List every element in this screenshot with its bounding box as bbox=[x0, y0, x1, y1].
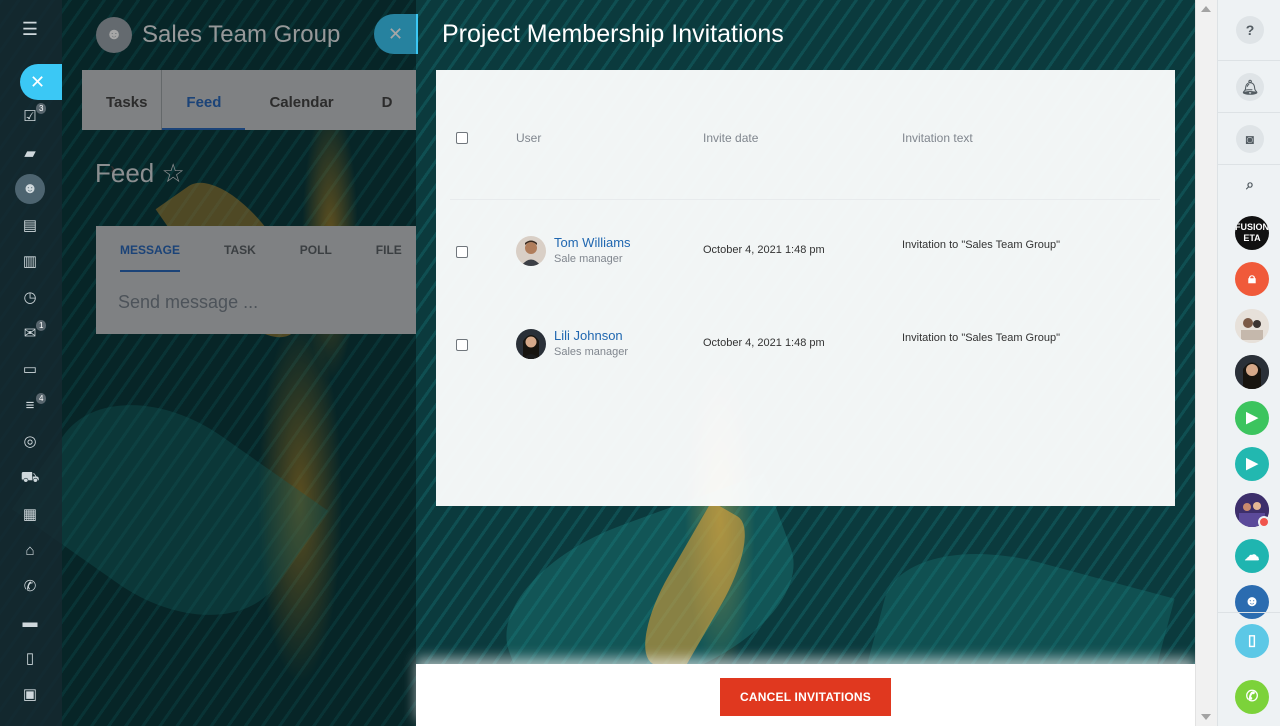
storage-icon[interactable]: ▬ bbox=[20, 614, 40, 632]
group-badge-icon bbox=[1258, 516, 1270, 528]
notifications-bell-icon[interactable]: 🔔︎ bbox=[1236, 73, 1264, 101]
chat-avatar-fusion[interactable]: FUSION ETA bbox=[1235, 216, 1269, 250]
select-all-checkbox[interactable] bbox=[456, 132, 468, 144]
phone-call-icon[interactable]: ✆ bbox=[1235, 680, 1269, 714]
table-header bbox=[450, 70, 1160, 200]
user-avatar[interactable] bbox=[516, 329, 546, 359]
contact-card-icon[interactable]: ▤ bbox=[20, 217, 40, 235]
user-position: Sales manager bbox=[554, 346, 628, 358]
column-invitation-text: Invitation text bbox=[902, 131, 973, 145]
column-invite-date: Invite date bbox=[703, 131, 759, 145]
underlying-group-page: ☻ Sales Team Group ✕ Tasks › Feed Calend… bbox=[62, 0, 418, 726]
invite-date: October 4, 2021 1:48 pm bbox=[703, 337, 825, 349]
cloud-drive-icon[interactable]: ☁︎ bbox=[1235, 539, 1269, 573]
chat-icon[interactable]: ▰ bbox=[20, 145, 40, 163]
table-row: Tom Williams Sale manager October 4, 202… bbox=[436, 235, 1175, 296]
schedule-icon[interactable]: ▣ bbox=[20, 686, 40, 704]
inventory-icon[interactable]: ⌂ bbox=[20, 542, 40, 560]
clock-icon[interactable]: ◷ bbox=[20, 289, 40, 307]
user-position: Sale manager bbox=[554, 253, 623, 265]
calendar-icon[interactable]: ▭ bbox=[20, 361, 40, 379]
video-chat-icon[interactable]: ▶︎ bbox=[1235, 447, 1269, 481]
overlay-shade bbox=[62, 0, 416, 726]
help-icon[interactable]: ? bbox=[1236, 16, 1264, 44]
right-sidebar: ? 🔔︎ ◙ ⌕ FUSION ETA 🔒︎ ▶︎ ▶︎ ☁︎ ☻ ▯ ✆ bbox=[1217, 0, 1280, 726]
chat-bubble-icon[interactable]: ◙ bbox=[1236, 125, 1264, 153]
video-call-icon[interactable]: ▶︎ bbox=[1235, 401, 1269, 435]
groups-icon[interactable]: ☻ bbox=[20, 180, 40, 198]
invite-date: October 4, 2021 1:48 pm bbox=[703, 244, 825, 256]
row-checkbox[interactable] bbox=[456, 339, 468, 351]
close-slider-tab[interactable]: ✕ bbox=[20, 64, 62, 100]
panel-title: Project Membership Invitations bbox=[442, 20, 784, 48]
chat-avatar-lili[interactable] bbox=[1235, 355, 1269, 389]
left-icon-rail: ☰ ✕ ☑ 3 ▰ ☻ ▤ ▥ ◷ ✉ 1 ▭ ≡ 4 ◎ ⛟ ▦ ⌂ ✆ ▬ … bbox=[0, 0, 62, 726]
crm-badge: 4 bbox=[36, 393, 47, 404]
mail-badge: 1 bbox=[36, 320, 47, 331]
user-name-link[interactable]: Lili Johnson bbox=[554, 328, 623, 343]
table-row: Lili Johnson Sales manager October 4, 20… bbox=[436, 328, 1175, 389]
vertical-scrollbar[interactable] bbox=[1195, 0, 1217, 726]
workgroup-icon[interactable]: ☻ bbox=[1235, 585, 1269, 619]
phone-icon[interactable]: ✆ bbox=[20, 578, 40, 596]
lock-chat-icon[interactable]: 🔒︎ bbox=[1235, 262, 1269, 296]
chat-avatar-group[interactable] bbox=[1235, 309, 1269, 343]
apps-icon[interactable]: ▦ bbox=[20, 506, 40, 524]
mobile-app-icon[interactable]: ▯ bbox=[1235, 624, 1269, 658]
scroll-up-arrow-icon[interactable] bbox=[1201, 6, 1211, 12]
scroll-down-arrow-icon[interactable] bbox=[1201, 714, 1211, 720]
tasks-badge: 3 bbox=[36, 103, 47, 114]
invitation-text: Invitation to "Sales Team Group" bbox=[902, 332, 1061, 344]
invitation-text: Invitation to "Sales Team Group" bbox=[902, 239, 1061, 251]
invitations-panel: Project Membership Invitations User Invi… bbox=[416, 0, 1195, 726]
feed-icon[interactable]: ▥ bbox=[20, 253, 40, 271]
panel-footer: CANCEL INVITATIONS bbox=[416, 664, 1195, 726]
invitations-table: User Invite date Invitation text Tom Wil… bbox=[436, 70, 1175, 506]
menu-icon[interactable]: ☰ bbox=[20, 20, 40, 38]
column-user: User bbox=[516, 131, 542, 145]
user-avatar[interactable] bbox=[516, 236, 546, 266]
cancel-invitations-button[interactable]: CANCEL INVITATIONS bbox=[720, 678, 891, 716]
target-icon[interactable]: ◎ bbox=[20, 433, 40, 451]
cart-icon[interactable]: ⛟ bbox=[20, 469, 40, 487]
document-icon[interactable]: ▯ bbox=[20, 650, 40, 668]
search-icon[interactable]: ⌕ bbox=[1236, 170, 1264, 198]
row-checkbox[interactable] bbox=[456, 246, 468, 258]
user-name-link[interactable]: Tom Williams bbox=[554, 235, 631, 250]
